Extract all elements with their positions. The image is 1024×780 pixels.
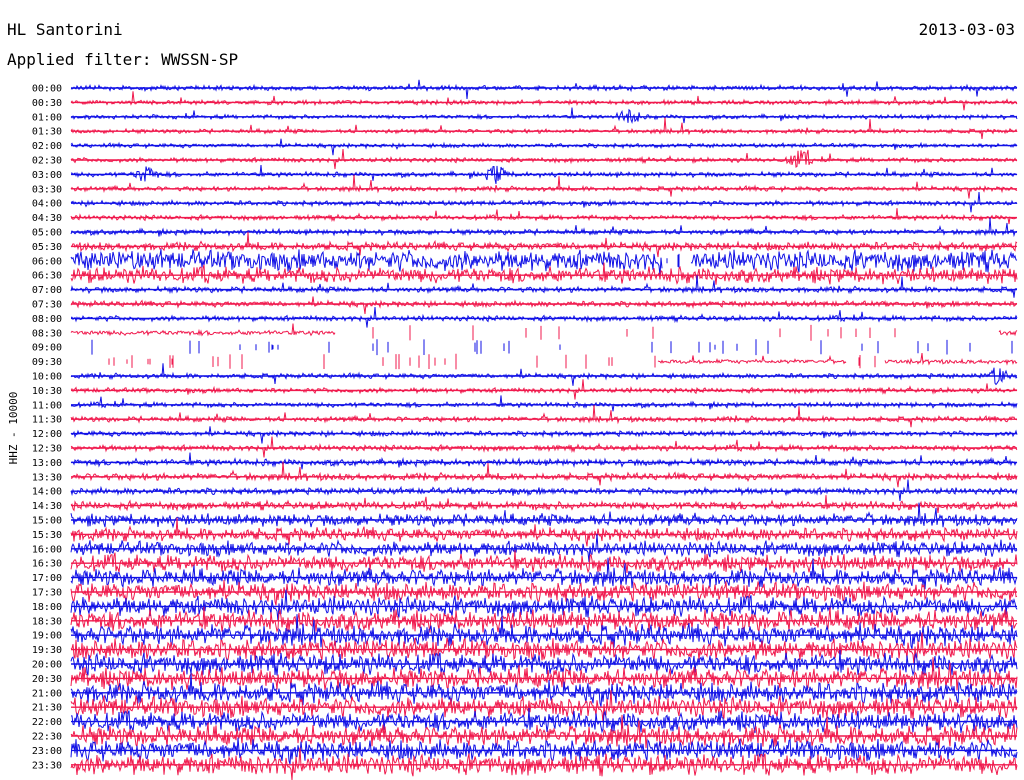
row-time-label: 13:30: [32, 472, 62, 483]
row-time-label: 03:30: [32, 184, 62, 195]
trace-0600: [70, 249, 1018, 277]
row-time-label: 06:00: [32, 256, 62, 267]
row-time-label: 19:30: [32, 645, 62, 656]
row-time-label: 20:30: [32, 674, 62, 685]
row-time-label: 02:00: [32, 141, 62, 152]
trace-1100: [70, 395, 1018, 412]
trace-0830: [70, 323, 1018, 341]
trace-0700: [70, 275, 1018, 298]
trace-0130: [70, 117, 1018, 139]
row-time-label: 09:00: [32, 343, 62, 354]
trace-0000: [70, 79, 1018, 100]
trace-1900: [70, 614, 1018, 650]
trace-0530: [70, 231, 1018, 258]
row-time-label: 17:00: [32, 573, 62, 584]
trace-1230: [70, 436, 1018, 458]
row-time-label: 14:30: [32, 501, 62, 512]
row-time-label: 09:30: [32, 357, 62, 368]
trace-1630: [70, 550, 1018, 574]
row-time-label: 07:00: [32, 285, 62, 296]
row-time-label: 04:00: [32, 199, 62, 210]
row-time-label: 04:30: [32, 213, 62, 224]
row-time-label: 12:00: [32, 429, 62, 440]
row-time-label: 08:00: [32, 314, 62, 325]
trace-1200: [70, 426, 1018, 444]
row-time-label: 00:30: [32, 98, 62, 109]
row-time-label: 18:30: [32, 616, 62, 627]
row-time-label: 08:30: [32, 328, 62, 339]
trace-0500: [70, 217, 1018, 238]
row-time-label: 16:00: [32, 544, 62, 555]
row-time-label: 16:30: [32, 559, 62, 570]
row-time-label: 19:00: [32, 631, 62, 642]
trace-0030: [70, 91, 1018, 111]
trace-1300: [70, 452, 1018, 470]
trace-0900: [91, 339, 1013, 356]
row-time-label: 10:00: [32, 372, 62, 383]
row-time-label: 23:30: [32, 760, 62, 771]
row-time-label: 11:30: [32, 415, 62, 426]
row-time-label: 03:00: [32, 170, 62, 181]
row-time-label: 06:30: [32, 271, 62, 282]
trace-1500: [70, 502, 1018, 529]
row-time-label: 22:30: [32, 732, 62, 743]
trace-0100: [70, 107, 1018, 125]
row-time-label: 10:30: [32, 386, 62, 397]
row-time-label: 02:30: [32, 156, 62, 167]
trace-2130: [70, 690, 1018, 723]
trace-1400: [70, 479, 1018, 502]
row-time-label: 21:00: [32, 688, 62, 699]
trace-0430: [70, 208, 1018, 225]
trace-0730: [70, 296, 1018, 315]
trace-0400: [70, 192, 1018, 213]
row-time-label: 07:30: [32, 300, 62, 311]
row-time-label: 01:30: [32, 127, 62, 138]
row-time-label: 14:00: [32, 487, 62, 498]
trace-1430: [70, 495, 1018, 514]
trace-1030: [70, 379, 1018, 400]
row-time-label: 05:00: [32, 228, 62, 239]
row-time-label: 00:00: [32, 84, 62, 95]
row-time-label: 15:00: [32, 516, 62, 527]
row-time-label: 13:00: [32, 458, 62, 469]
row-time-label: 05:30: [32, 242, 62, 253]
row-time-label: 12:30: [32, 444, 62, 455]
trace-0330: [70, 174, 1018, 199]
trace-0200: [70, 138, 1018, 156]
row-time-label: 20:00: [32, 660, 62, 671]
trace-1330: [70, 461, 1018, 488]
trace-2230: [70, 714, 1018, 749]
row-time-label: 01:00: [32, 112, 62, 123]
trace-0230: [70, 148, 1018, 170]
row-time-label: 23:00: [32, 746, 62, 757]
row-time-label: 11:00: [32, 400, 62, 411]
trace-1130: [70, 404, 1018, 428]
row-time-label: 18:00: [32, 602, 62, 613]
row-time-label: 17:30: [32, 588, 62, 599]
trace-0800: [71, 307, 1018, 328]
seismogram-plot: 00:00 00:30 01:00 01:30 02:00 02:30 03:00 03:30…: [32, 79, 1018, 780]
row-time-label: 15:30: [32, 530, 62, 541]
trace-0930: [108, 353, 1018, 370]
row-time-label: 21:30: [32, 703, 62, 714]
row-time-label: 22:00: [32, 717, 62, 728]
